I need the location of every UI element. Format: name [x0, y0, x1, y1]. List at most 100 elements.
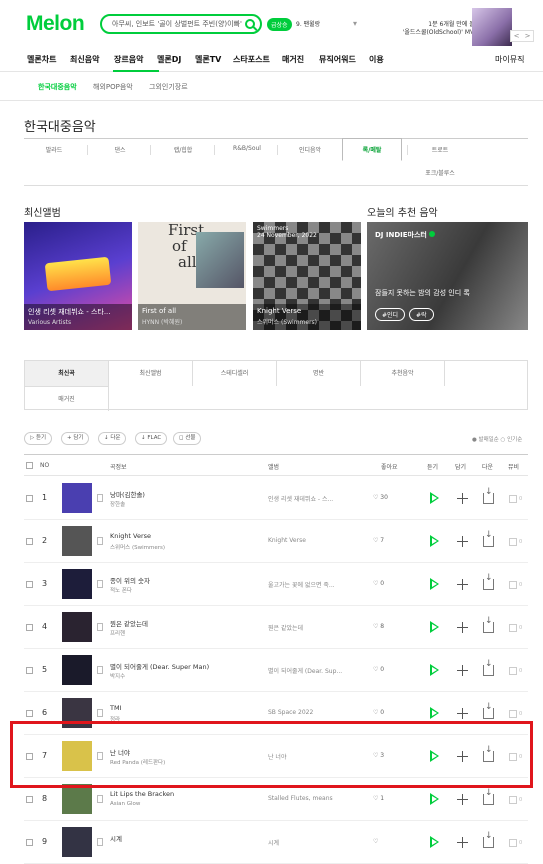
subnav-pop[interactable]: 해외POP음악: [93, 82, 133, 92]
album-title[interactable]: First of all: [142, 307, 242, 315]
song-info-icon[interactable]: [97, 623, 103, 631]
like-button[interactable]: ♡ 1: [373, 795, 384, 802]
album-artist[interactable]: Various Artists: [28, 319, 128, 326]
download-icon[interactable]: [483, 616, 494, 633]
album-thumbnail[interactable]: [62, 569, 92, 599]
genre-tab-indie[interactable]: 인디음악: [280, 145, 340, 154]
genre-tab-dance[interactable]: 댄스: [90, 145, 150, 154]
prev-icon[interactable]: <: [514, 32, 520, 40]
song-artist[interactable]: 장한솔: [110, 500, 125, 508]
tab-latest-albums[interactable]: 최신앨범: [109, 361, 193, 386]
song-title[interactable]: TMI: [110, 704, 122, 712]
chevron-down-icon[interactable]: ▾: [353, 19, 357, 28]
mv-icon[interactable]: [509, 839, 517, 847]
recommend-tag[interactable]: #인디: [375, 308, 406, 321]
plus-icon[interactable]: [457, 794, 468, 805]
genre-tab-hiphop[interactable]: 랩/힙합: [153, 145, 213, 154]
song-artist[interactable]: 스위머스 (Swimmers): [110, 543, 165, 551]
genre-tab-rnb[interactable]: R&B/Soul: [217, 145, 277, 152]
play-icon[interactable]: [430, 664, 439, 676]
song-info-icon[interactable]: [97, 709, 103, 717]
plus-icon[interactable]: [457, 536, 468, 547]
mv-icon[interactable]: [509, 624, 517, 632]
nav-tv[interactable]: 멜론TV: [195, 54, 221, 65]
album-card[interactable]: Swimmers 24 November, 2022 Knight Verse …: [253, 222, 361, 330]
genre-tab-trot[interactable]: 트로트: [410, 145, 470, 154]
play-icon[interactable]: [430, 836, 439, 848]
song-info-icon[interactable]: [97, 666, 103, 674]
download-icon[interactable]: [483, 788, 494, 805]
table-row[interactable]: 3 종이 위의 숫자 적노 폰다 울고가는 꽃에 없으면 죽... ♡ 0 0: [24, 563, 528, 606]
song-artist[interactable]: 박지수: [110, 672, 125, 680]
song-title[interactable]: Knight Verse: [110, 532, 151, 540]
nav-mymusic[interactable]: 마이뮤직: [495, 54, 524, 65]
plus-icon[interactable]: [457, 579, 468, 590]
album-name[interactable]: 별이 되어줄게 (Dear. Sup...: [268, 666, 342, 675]
play-icon[interactable]: [430, 621, 439, 633]
tab-latest-songs[interactable]: 최신곡: [25, 361, 109, 386]
like-button[interactable]: ♡ 0: [373, 580, 384, 587]
play-icon[interactable]: [430, 578, 439, 590]
add-button[interactable]: + 담기: [61, 432, 90, 445]
table-row[interactable]: 4 뭔은 같았는데 프리헨 뭔은 같았는데 ♡ 8 0: [24, 606, 528, 649]
nav-newest[interactable]: 최신음악: [70, 54, 99, 65]
search-icon[interactable]: [245, 19, 255, 29]
song-title[interactable]: 시계: [110, 833, 122, 843]
select-all-checkbox[interactable]: [26, 462, 33, 469]
top-banner-image[interactable]: [472, 8, 512, 46]
album-thumbnail[interactable]: [62, 526, 92, 556]
recommend-tag[interactable]: #락: [409, 308, 434, 321]
song-title[interactable]: 별이 되어줄게 (Dear. Super Man): [110, 661, 209, 671]
mv-icon[interactable]: [509, 538, 517, 546]
row-checkbox[interactable]: [26, 624, 33, 631]
album-thumbnail[interactable]: [62, 483, 92, 513]
tab-steady[interactable]: 스테디셀러: [193, 361, 277, 386]
download-icon[interactable]: [483, 573, 494, 590]
genre-tab-folk[interactable]: 포크/블루스: [410, 168, 470, 177]
search-bar[interactable]: 아무씨, 인보트 '골이 상벌펀트 주빈(양)이빠': [100, 14, 262, 34]
plus-icon[interactable]: [457, 622, 468, 633]
song-artist[interactable]: 적노 폰다: [110, 586, 132, 594]
plus-icon[interactable]: [457, 708, 468, 719]
nav-starpost[interactable]: 스타포스트: [233, 54, 270, 65]
download-icon[interactable]: [483, 702, 494, 719]
tab-magazine[interactable]: 매거진: [25, 386, 109, 411]
plus-icon[interactable]: [457, 665, 468, 676]
sort-options[interactable]: ● 발매일순 ○ 인기순: [472, 435, 522, 443]
album-title[interactable]: 인생 리셋 재데뷔쇼 - 스타...: [28, 307, 128, 317]
album-card[interactable]: First of all First of all HYNN (박혜원): [138, 222, 246, 330]
table-row[interactable]: 5 별이 되어줄게 (Dear. Super Man) 박지수 별이 되어줄게 …: [24, 649, 528, 692]
nav-awards[interactable]: 뮤직어워드: [319, 54, 356, 65]
gift-button[interactable]: ◻ 선물: [173, 432, 202, 445]
next-icon[interactable]: >: [525, 32, 531, 40]
flac-button[interactable]: ↓ FLAC: [135, 432, 168, 445]
subnav-other[interactable]: 그외인기장르: [149, 82, 188, 92]
tab-recommend[interactable]: 추천음악: [361, 361, 445, 386]
row-checkbox[interactable]: [26, 538, 33, 545]
listen-button[interactable]: ▷ 듣기: [24, 432, 53, 445]
nav-magazine[interactable]: 매거진: [282, 54, 304, 65]
trending-keyword[interactable]: 9. 팬윌랑: [296, 19, 320, 28]
song-artist[interactable]: 프리헨: [110, 629, 125, 637]
song-artist[interactable]: Asian Glow: [110, 801, 140, 807]
album-artist[interactable]: 스위머스 (Swimmers): [257, 317, 357, 326]
genre-tab-rock[interactable]: 록/메탈: [342, 145, 402, 154]
plus-icon[interactable]: [457, 837, 468, 848]
album-artist[interactable]: HYNN (박혜원): [142, 317, 242, 326]
play-icon[interactable]: [430, 793, 439, 805]
album-thumbnail[interactable]: [62, 612, 92, 642]
table-row[interactable]: 2 Knight Verse 스위머스 (Swimmers) Knight Ve…: [24, 520, 528, 563]
like-button[interactable]: ♡ 0: [373, 666, 384, 673]
album-name[interactable]: Stalled Flutes, means: [268, 795, 333, 802]
song-title[interactable]: 뭔은 같았는데: [110, 618, 148, 628]
like-button[interactable]: ♡ 0: [373, 709, 384, 716]
song-info-icon[interactable]: [97, 838, 103, 846]
row-checkbox[interactable]: [26, 667, 33, 674]
song-title[interactable]: Lit Lips the Bracken: [110, 790, 174, 798]
album-thumbnail[interactable]: [62, 784, 92, 814]
album-title[interactable]: Knight Verse: [257, 307, 357, 315]
album-name[interactable]: 뭔은 같았는데: [268, 623, 303, 632]
search-input[interactable]: 아무씨, 인보트 '골이 상벌펀트 주빈(양)이빠': [112, 19, 242, 29]
banner-nav[interactable]: < >: [510, 30, 534, 42]
melon-logo[interactable]: Melon: [26, 12, 85, 36]
